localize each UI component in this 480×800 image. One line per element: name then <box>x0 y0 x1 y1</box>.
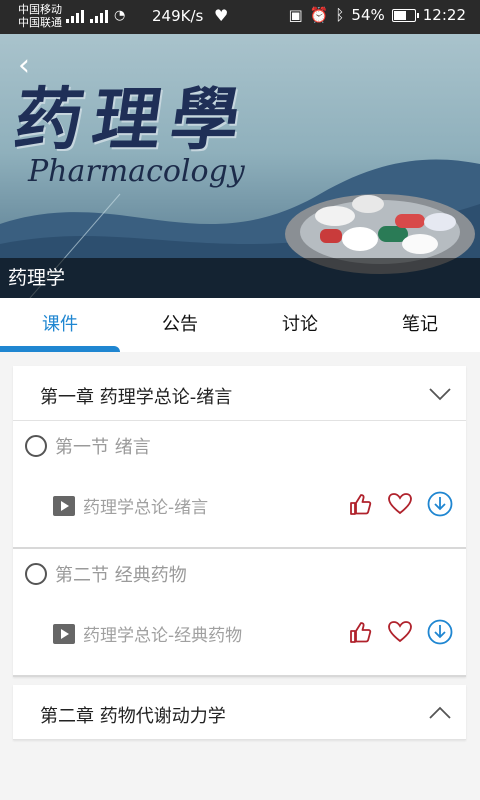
heart-icon[interactable] <box>387 619 413 645</box>
signal-icon-2 <box>90 9 108 23</box>
video-title: 药理学总论-绪言 <box>83 498 209 518</box>
download-icon[interactable] <box>427 491 453 517</box>
course-banner: ‹ 药理學 Pharmacology 药理学 <box>0 34 480 298</box>
tab-bar: 课件 公告 讨论 笔记 <box>0 298 480 352</box>
network-speed: 249K/s <box>152 7 204 25</box>
video-title: 药理学总论-经典药物 <box>83 626 243 646</box>
section-title: 第二节 经典药物 <box>55 565 187 586</box>
chapter-title: 第二章 药物代谢动力学 <box>40 706 226 727</box>
tab-discussion[interactable]: 讨论 <box>240 298 360 352</box>
banner-logo-text: 药理學 <box>9 80 255 160</box>
section-header[interactable]: 第一节 绪言 <box>25 433 151 459</box>
pill <box>320 229 342 243</box>
chevron-down-icon <box>429 388 451 401</box>
banner-title-bar <box>0 258 480 298</box>
tab-announcements[interactable]: 公告 <box>120 298 240 352</box>
thumbs-up-icon[interactable] <box>347 491 373 517</box>
chapter-title: 第一章 药理学总论-绪言 <box>40 387 233 408</box>
clock: 12:22 <box>422 6 466 24</box>
video-row[interactable]: 药理学总论-绪言 <box>53 493 208 518</box>
pill <box>424 213 456 231</box>
battery-icon <box>391 8 419 22</box>
section-header[interactable]: 第二节 经典药物 <box>25 561 187 587</box>
signal-icons: ◔ <box>66 8 125 23</box>
carrier-1: 中国移动 <box>18 3 62 16</box>
alarm-icon: ⏰ <box>309 6 329 24</box>
chevron-up-icon <box>429 706 451 719</box>
chapter-card: 第一章 药理学总论-绪言 第一节 绪言 药理学总论-绪言 第二节 经典药物 药理… <box>13 366 466 677</box>
video-actions <box>347 491 453 517</box>
status-right: ▣ ⏰ ᛒ 54% 12:22 <box>289 6 466 24</box>
chapter-header[interactable]: 第一章 药理学总论-绪言 <box>13 366 466 421</box>
play-icon <box>53 495 75 516</box>
tab-notes[interactable]: 笔记 <box>360 298 480 352</box>
battery-fill <box>393 10 406 20</box>
radio-icon[interactable] <box>25 563 47 585</box>
pill <box>315 206 355 226</box>
pill <box>402 234 438 254</box>
nfc-icon: ▣ <box>288 6 303 24</box>
signal-icon <box>66 9 84 23</box>
section-item: 第一节 绪言 药理学总论-绪言 <box>13 421 466 549</box>
health-icon: ♥ <box>214 6 229 25</box>
battery-percent: 54% <box>351 6 385 24</box>
section-title: 第一节 绪言 <box>55 437 151 458</box>
chapter-header[interactable]: 第二章 药物代谢动力学 <box>13 685 466 740</box>
carrier-labels: 中国移动 中国联通 <box>18 3 62 29</box>
pill <box>342 227 378 251</box>
video-row[interactable]: 药理学总论-经典药物 <box>53 621 242 646</box>
heart-icon[interactable] <box>387 491 413 517</box>
play-icon <box>53 623 75 644</box>
bluetooth-icon: ᛒ <box>335 6 345 24</box>
download-icon[interactable] <box>427 619 453 645</box>
wifi-icon: ◔ <box>114 8 126 23</box>
radio-icon[interactable] <box>25 435 47 457</box>
thumbs-up-icon[interactable] <box>347 619 373 645</box>
pill <box>378 226 408 242</box>
video-actions <box>347 619 453 645</box>
chapter-card: 第二章 药物代谢动力学 <box>13 685 466 740</box>
pill <box>395 214 425 228</box>
carrier-2: 中国联通 <box>18 16 62 29</box>
tab-indicator <box>0 346 120 352</box>
section-item: 第二节 经典药物 药理学总论-经典药物 <box>13 549 466 677</box>
status-bar: 中国移动 中国联通 ◔ 249K/s ♥ ▣ ⏰ ᛒ 54% 12:22 <box>0 0 480 34</box>
banner-subtitle: Pharmacology <box>28 154 245 189</box>
pill <box>352 195 384 213</box>
tab-courseware[interactable]: 课件 <box>0 298 120 352</box>
course-title: 药理学 <box>8 267 66 289</box>
